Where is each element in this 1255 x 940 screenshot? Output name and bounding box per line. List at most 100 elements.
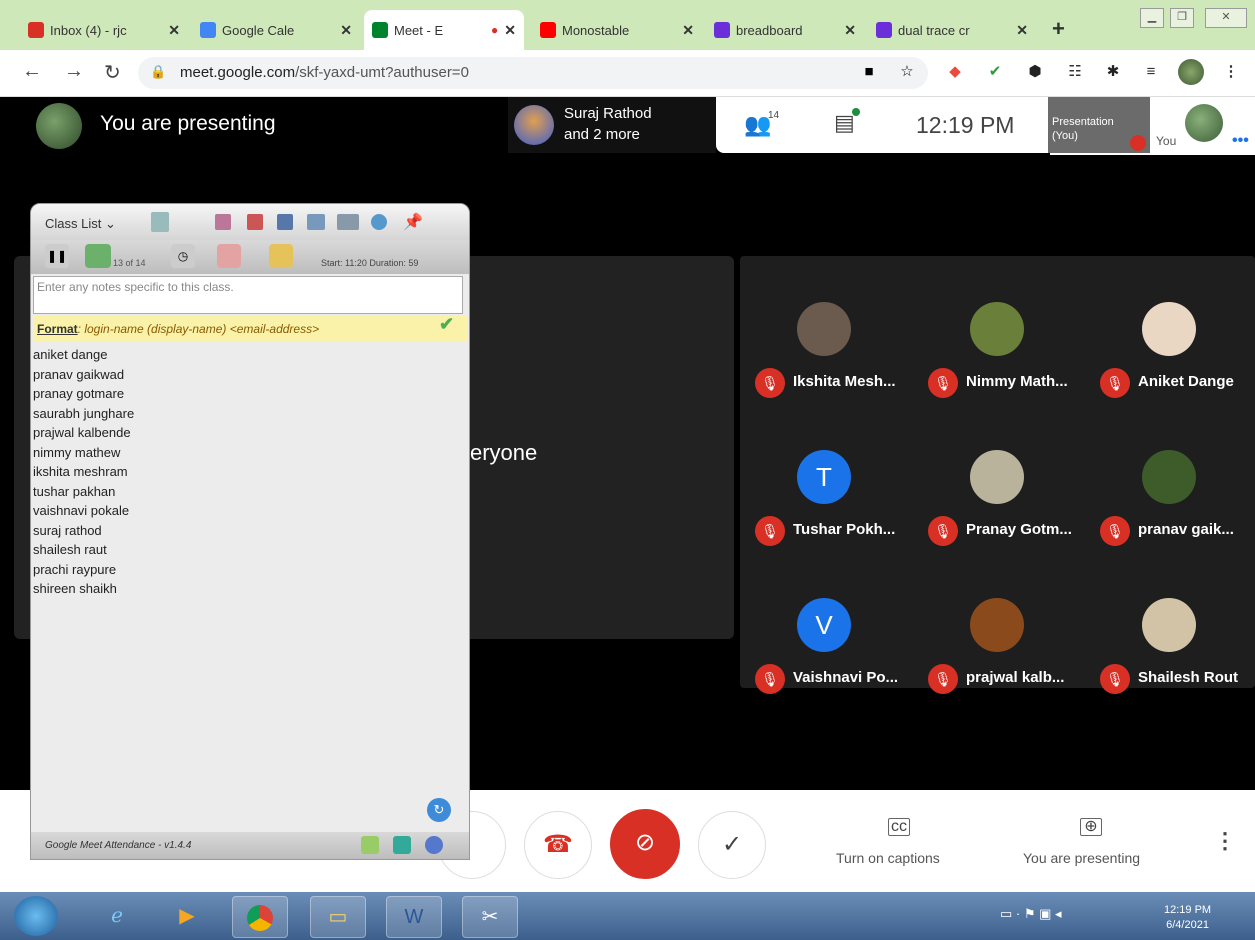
- close-tab-icon[interactable]: ✕: [844, 22, 856, 39]
- clock-icon[interactable]: ◷: [171, 244, 195, 268]
- captions-label[interactable]: Turn on captions: [836, 850, 940, 866]
- bookmark-star-icon[interactable]: ☆: [898, 63, 916, 81]
- calendar-icon[interactable]: [337, 214, 359, 230]
- participant-tile[interactable]: 🎙 prajwal kalb...: [918, 558, 1088, 698]
- roster-item[interactable]: prajwal kalbende: [31, 423, 134, 443]
- roster-item[interactable]: ikshita meshram: [31, 462, 134, 482]
- checkmark-button[interactable]: ✓: [698, 811, 766, 879]
- close-tab-icon[interactable]: ✕: [340, 22, 352, 39]
- internet-explorer-icon[interactable]: ℯ: [90, 896, 144, 936]
- maximize-window-icon[interactable]: ❐: [1170, 8, 1194, 28]
- meeting-menu-icon[interactable]: ⋮: [1214, 828, 1236, 854]
- chrome-icon[interactable]: [232, 896, 288, 938]
- browser-tab[interactable]: Meet - E ● ✕: [364, 10, 524, 50]
- present-count-icon[interactable]: [85, 244, 111, 268]
- participant-tile[interactable]: 🎙 Ikshita Mesh...: [745, 262, 915, 402]
- browser-tab[interactable]: Monostable ✕: [532, 10, 702, 50]
- extension-red-icon[interactable]: ◆: [946, 63, 964, 81]
- participant-tile[interactable]: 🎙 Nimmy Math...: [918, 262, 1088, 402]
- participant-tile[interactable]: T 🎙 Tushar Pokh...: [745, 410, 915, 550]
- reading-list-icon[interactable]: ≡: [1142, 63, 1160, 81]
- presenting-label[interactable]: You are presenting: [1023, 850, 1140, 866]
- roster-item[interactable]: vaishnavi pokale: [31, 501, 134, 521]
- word-icon[interactable]: W: [386, 896, 442, 938]
- browser-tab[interactable]: Google Cale ✕: [192, 10, 360, 50]
- participant-tile[interactable]: 🎙 pranav gaik...: [1090, 410, 1255, 550]
- media-player-icon[interactable]: ▶: [160, 896, 214, 936]
- format-label[interactable]: Format: [37, 322, 78, 336]
- browser-tab[interactable]: Inbox (4) - rjc ✕: [20, 10, 188, 50]
- more-options-icon[interactable]: •••: [1232, 132, 1249, 150]
- table-icon[interactable]: [307, 214, 325, 230]
- snipping-tool-icon[interactable]: ✂: [462, 896, 518, 938]
- roster-item[interactable]: shireen shaikh: [31, 579, 134, 599]
- browser-menu-icon[interactable]: ⋮: [1222, 63, 1240, 81]
- class-roster[interactable]: aniket dange pranav gaikwad pranay gotmare…: [31, 345, 134, 599]
- camera-off-button[interactable]: ⊘: [610, 809, 680, 879]
- presentation-thumbnail[interactable]: Presentation (You): [1048, 97, 1150, 153]
- chevron-down-icon[interactable]: ⌄: [105, 216, 116, 231]
- format-hint: Format: login-name (display-name) <email…: [33, 316, 467, 342]
- camera-icon[interactable]: ■: [860, 63, 878, 81]
- tray-icons[interactable]: ▭ · ⚑ ▣ ◂: [1000, 906, 1062, 922]
- file-explorer-icon[interactable]: ▭: [310, 896, 366, 938]
- class-notes-field[interactable]: Enter any notes specific to this class.: [33, 276, 463, 314]
- windows-start-icon[interactable]: [14, 896, 58, 936]
- active-speaker-chip[interactable]: Suraj Rathod and 2 more: [508, 97, 716, 153]
- extension-grid-icon[interactable]: ☷: [1066, 63, 1084, 81]
- captions-icon[interactable]: cc: [888, 818, 910, 836]
- roster-item[interactable]: pranay gotmare: [31, 384, 134, 404]
- checkmark-extension-icon[interactable]: ✔: [986, 63, 1004, 81]
- close-tab-icon[interactable]: ✕: [168, 22, 180, 39]
- info-icon[interactable]: [425, 836, 443, 854]
- spreadsheet-icon[interactable]: [361, 836, 379, 854]
- minimize-window-icon[interactable]: ▁: [1140, 8, 1164, 28]
- roster-item[interactable]: pranav gaikwad: [31, 365, 134, 385]
- sheets-icon[interactable]: [393, 836, 411, 854]
- refresh-icon[interactable]: ↻: [427, 798, 451, 822]
- profile-avatar[interactable]: [1178, 59, 1204, 85]
- forward-arrow-icon[interactable]: →: [64, 60, 84, 83]
- close-window-icon[interactable]: ✕: [1205, 8, 1247, 28]
- back-arrow-icon[interactable]: ←: [22, 60, 42, 83]
- speaker-others: and 2 more: [564, 126, 640, 143]
- url-text[interactable]: meet.google.com/skf-yaxd-umt?authuser=0: [180, 64, 469, 81]
- close-tab-icon[interactable]: ✕: [682, 22, 694, 39]
- roster-item[interactable]: tushar pakhan: [31, 482, 134, 502]
- panel-title[interactable]: Class List ⌄: [45, 216, 116, 232]
- new-tab-button[interactable]: +: [1052, 16, 1065, 42]
- youtube-icon: [540, 22, 556, 38]
- export-icon[interactable]: [215, 214, 231, 230]
- bookmark-app-icon: [876, 22, 892, 38]
- system-clock[interactable]: 12:19 PM 6/4/2021: [1164, 903, 1211, 933]
- pause-icon[interactable]: ❚❚: [45, 244, 69, 268]
- shield-extension-icon[interactable]: ⬢: [1026, 63, 1044, 81]
- browser-tab[interactable]: breadboard ✕: [706, 10, 864, 50]
- puzzle-icon[interactable]: ✱: [1104, 63, 1122, 81]
- close-tab-icon[interactable]: ✕: [1016, 22, 1028, 39]
- roster-item[interactable]: aniket dange: [31, 345, 134, 365]
- muted-mic-icon: 🎙: [1100, 664, 1130, 694]
- checkmark-icon[interactable]: ✔: [439, 314, 454, 335]
- chart-icon[interactable]: [277, 214, 293, 230]
- roster-item[interactable]: suraj rathod: [31, 521, 134, 541]
- pin-icon[interactable]: 📌: [403, 212, 423, 232]
- roster-item[interactable]: prachi raypure: [31, 560, 134, 580]
- browser-tab[interactable]: dual trace cr ✕: [868, 10, 1036, 50]
- leave-call-button[interactable]: ☎: [524, 811, 592, 879]
- reload-icon[interactable]: ↻: [104, 60, 121, 85]
- late-icon[interactable]: [269, 244, 293, 268]
- roster-item[interactable]: shailesh raut: [31, 540, 134, 560]
- roster-item[interactable]: saurabh junghare: [31, 404, 134, 424]
- roster-item[interactable]: nimmy mathew: [31, 443, 134, 463]
- absent-icon[interactable]: [217, 244, 241, 268]
- pen-icon[interactable]: [247, 214, 263, 230]
- participant-tile[interactable]: 🎙 Aniket Dange: [1090, 262, 1255, 402]
- present-screen-icon[interactable]: ⊕: [1080, 818, 1102, 836]
- participant-tile[interactable]: 🎙 Shailesh Rout: [1090, 558, 1255, 698]
- close-tab-icon[interactable]: ✕: [504, 22, 516, 39]
- help-icon[interactable]: [371, 214, 387, 230]
- participant-tile[interactable]: V 🎙 Vaishnavi Po...: [745, 558, 915, 698]
- edit-class-icon[interactable]: [151, 212, 169, 232]
- participant-tile[interactable]: 🎙 Pranay Gotm...: [918, 410, 1088, 550]
